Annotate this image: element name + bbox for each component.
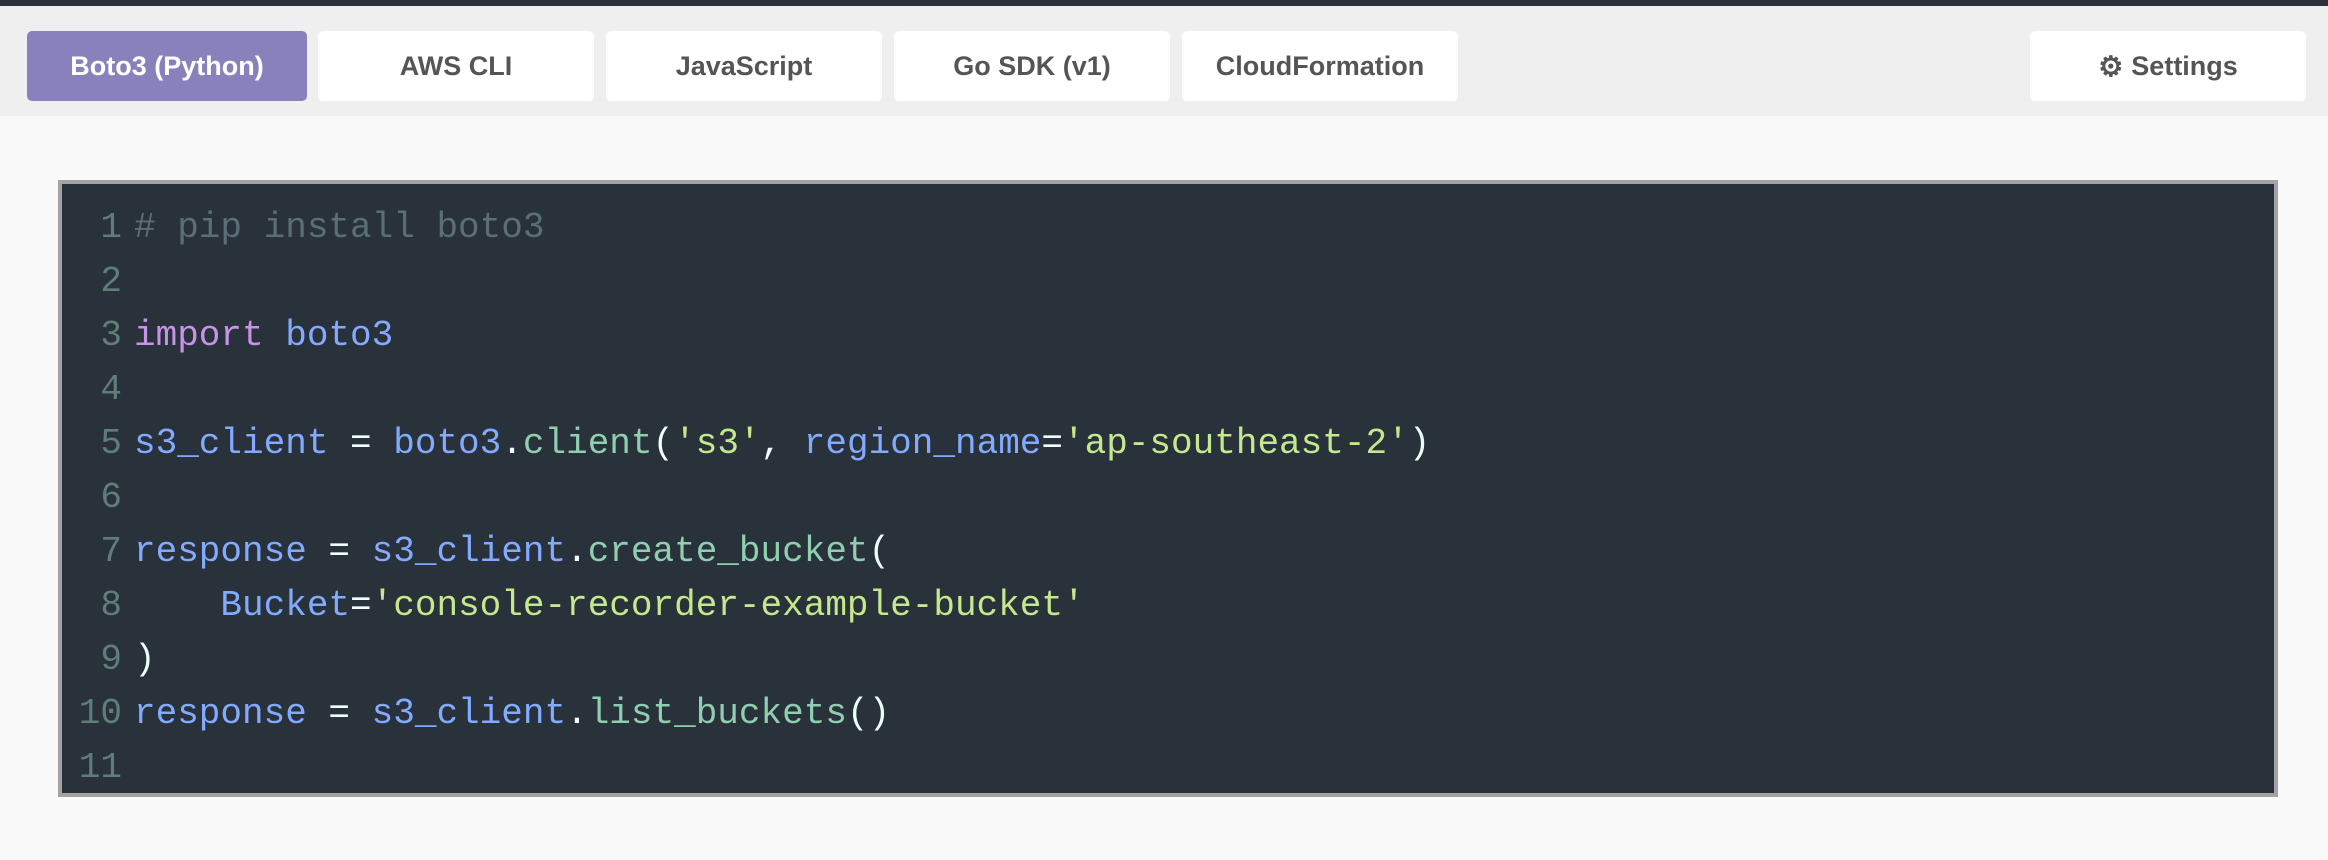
- code-token-name: boto3: [393, 423, 502, 464]
- code-line: 1 # pip install boto3: [62, 201, 2274, 255]
- settings-label: Settings: [2131, 50, 2238, 81]
- code-line: 2: [62, 255, 2274, 309]
- code-token-name: s3_client: [134, 423, 329, 464]
- code-token-punc: =: [306, 531, 372, 572]
- code-token-punc: .: [566, 693, 588, 734]
- gears-icon: ⚙: [2098, 50, 2124, 82]
- code-token-punc: ): [134, 639, 156, 680]
- code-token-punc: =: [328, 423, 394, 464]
- code-token-punc: ,: [760, 423, 804, 464]
- code-line: 10 response = s3_client. list_buckets(): [62, 687, 2274, 741]
- line-number: 10: [78, 693, 122, 734]
- code-token-fn: client: [522, 423, 653, 464]
- code-line: 7 response = s3_client. create_bucket(: [62, 525, 2274, 579]
- code-line: 6: [62, 471, 2274, 525]
- code-token-punc: .: [501, 423, 523, 464]
- code-line: 5 s3_client = boto3. client('s3', region_n…: [62, 417, 2274, 471]
- code-token-name: region_name: [803, 423, 1042, 464]
- code-line: 11: [62, 741, 2274, 795]
- code-token-punc: [134, 579, 220, 633]
- line-number: 6: [100, 477, 122, 518]
- code-token-punc: .: [566, 531, 588, 572]
- code-editor[interactable]: 1 # pip install boto3 2 3 import boto3 4 5 s3_c…: [58, 180, 2278, 797]
- code-token-fn: create_bucket: [587, 531, 869, 572]
- code-token-kw: import: [134, 315, 264, 356]
- code-token-punc: [264, 309, 286, 363]
- code-line: 8 Bucket ='console-recorder-example-bucke…: [62, 579, 2274, 633]
- code-token-str: 'console-recorder-example-bucket': [371, 585, 1085, 626]
- line-number: 4: [100, 369, 122, 410]
- language-toolbar: Boto3 (Python) AWS CLI JavaScript Go SDK…: [0, 6, 2328, 116]
- settings-button[interactable]: ⚙ Settings: [2030, 31, 2306, 101]
- code-token-name: response: [134, 531, 307, 572]
- line-number: 7: [100, 531, 122, 572]
- code-token-str: 's3': [674, 423, 761, 464]
- tab-cloudformation[interactable]: CloudFormation: [1182, 31, 1458, 101]
- tab-javascript[interactable]: JavaScript: [606, 31, 882, 101]
- code-line: 4: [62, 363, 2274, 417]
- code-token-name: response: [134, 693, 307, 734]
- code-token-name: boto3: [285, 315, 394, 356]
- code-token-name: Bucket: [220, 585, 351, 626]
- code-token-punc: =: [1041, 423, 1064, 464]
- code-token-name: s3_client: [371, 693, 567, 734]
- code-token-name: s3_client: [371, 531, 567, 572]
- code-token-comment: # pip install boto3: [134, 207, 545, 248]
- line-number: 5: [100, 423, 122, 464]
- line-number: 2: [100, 261, 122, 302]
- code-token-punc: (: [868, 531, 891, 572]
- code-line: 3 import boto3: [62, 309, 2274, 363]
- code-line: 9): [62, 633, 2274, 687]
- line-number: 9: [100, 639, 122, 680]
- tab-aws-cli[interactable]: AWS CLI: [318, 31, 594, 101]
- code-token-punc: =: [350, 585, 372, 626]
- line-number: 3: [100, 315, 122, 356]
- code-token-punc: ): [1408, 423, 1431, 464]
- code-token-fn: list_buckets: [587, 693, 847, 734]
- code-token-punc: =: [306, 693, 372, 734]
- tab-boto3-python[interactable]: Boto3 (Python): [27, 31, 307, 101]
- line-number: 8: [100, 585, 122, 626]
- line-number: 1: [100, 207, 122, 248]
- code-token-str: 'ap-southeast-2': [1063, 423, 1409, 464]
- code-token-punc: (: [652, 423, 675, 464]
- tab-go-sdk[interactable]: Go SDK (v1): [894, 31, 1170, 101]
- line-number: 11: [78, 747, 122, 788]
- code-token-punc: (): [846, 693, 891, 734]
